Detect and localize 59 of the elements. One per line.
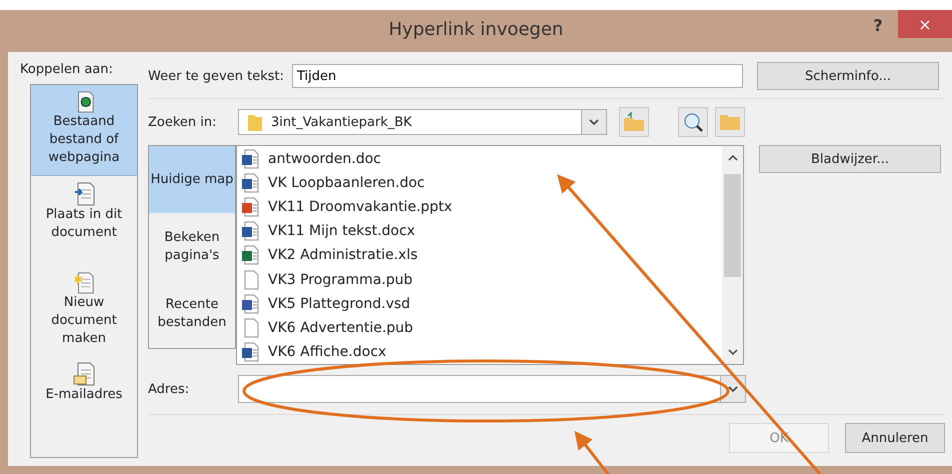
folder-icon [719,113,741,131]
word-file-icon [241,342,259,362]
file-item[interactable]: VK Loopbaanleren.doc [237,171,722,196]
chevron-down-icon [589,119,599,125]
file-item[interactable]: VK11 Droomvakantie.pptx [237,195,722,220]
file-name: antwoorden.doc [268,151,382,168]
link-type-item[interactable]: Plaats in dit document [31,176,137,266]
file-item[interactable]: VK3 Programma.pub [237,268,722,292]
word-file-icon [241,221,259,242]
up-folder-button[interactable] [619,107,649,137]
view-tab[interactable]: Recente bestanden [149,280,235,348]
link-to-label: Koppelen aan: [20,62,114,77]
scrollbar[interactable] [722,146,743,364]
cancel-button[interactable]: Annuleren [845,423,945,453]
file-name: VK6 Advertentie.pub [268,320,414,336]
look-in-dropdown[interactable]: 3int_Vakantiepark_BK [238,109,607,135]
link-type-item[interactable]: Bestaand bestand of webpagina [31,85,137,176]
file-name: VK5 Plattegrond.vsd [268,296,410,312]
folder-icon [247,112,263,132]
help-button[interactable]: ? [858,12,898,38]
file-name: VK11 Droomvakantie.pptx [268,199,452,216]
display-text-field[interactable]: Tijden [292,64,743,88]
file-name: VK Loopbaanleren.doc [268,175,425,192]
word-file-icon [241,149,259,170]
document-arrow-icon [73,182,95,206]
diagram-file-icon [241,294,259,314]
sheet-file-icon [241,245,259,266]
screen-tip-button[interactable]: Scherminfo... [756,62,939,90]
address-field[interactable] [238,375,746,403]
scroll-down-icon [728,349,738,355]
new-document-icon [73,272,95,294]
file-item[interactable]: VK11 Mijn tekst.docx [237,219,722,244]
bookmark-button[interactable]: Bladwijzer... [759,145,941,173]
browse-folder-button[interactable] [715,107,745,137]
chevron-down-icon [728,386,738,392]
file-name: VK3 Programma.pub [268,272,412,288]
display-text-label: Weer te geven tekst: [148,68,284,84]
file-name: VK2 Administratie.xls [268,247,418,264]
file-name: VK6 Affiche.docx [268,344,386,360]
folder-up-icon [623,112,645,132]
file-name: VK11 Mijn tekst.docx [268,223,416,240]
file-item[interactable]: VK6 Advertentie.pub [237,316,722,340]
link-type-item[interactable]: E-mailadres [31,356,137,446]
view-tab[interactable]: Bekeken pagina's [149,213,235,281]
web-search-button[interactable] [678,107,708,137]
word-file-icon [241,173,259,194]
scroll-up-icon [728,155,738,161]
file-item[interactable]: VK6 Affiche.docx [237,340,722,364]
close-button[interactable]: × [898,10,952,38]
file-item[interactable]: VK5 Plattegrond.vsd [237,292,722,316]
address-label: Adres: [148,382,190,396]
file-item[interactable]: VK2 Administratie.xls [237,243,722,268]
window-title: Hyperlink invoegen [388,19,564,40]
view-tab[interactable]: Huidige map [149,146,235,214]
slides-file-icon [241,197,259,218]
link-type-item[interactable]: Nieuw document maken [31,266,137,356]
look-in-label: Zoeken in: [148,114,218,130]
file-item[interactable]: antwoorden.doc [237,147,722,172]
envelope-document-icon [73,362,95,386]
